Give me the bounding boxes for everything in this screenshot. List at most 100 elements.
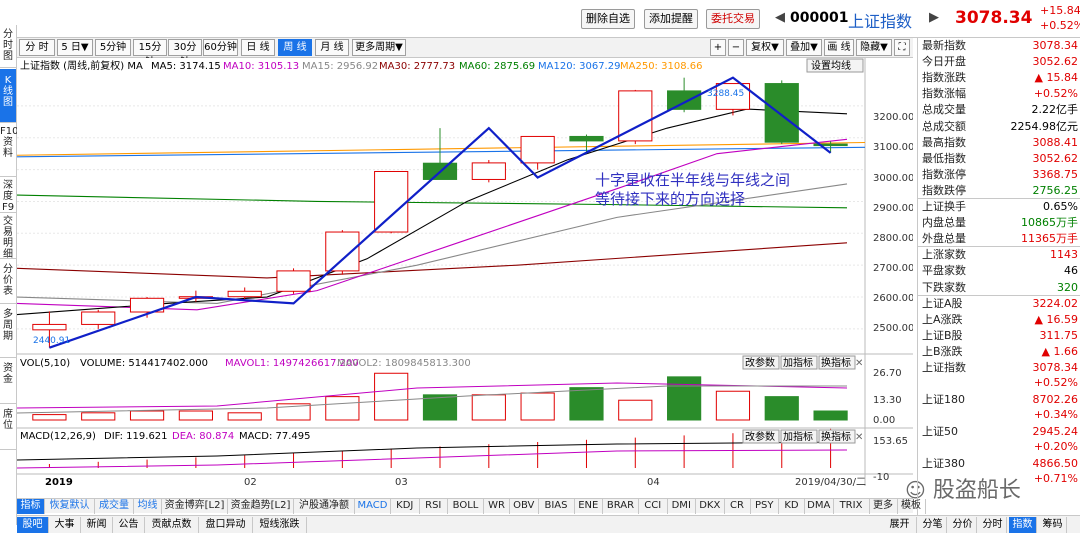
hide-button[interactable]: 隐藏▼: [856, 39, 892, 56]
indicator-tab[interactable]: WR: [484, 499, 510, 514]
period-60min[interactable]: 60分钟: [203, 39, 238, 56]
quote-label: 指数涨幅: [922, 87, 966, 101]
indicator-tab[interactable]: MACD: [355, 499, 391, 514]
period-30min[interactable]: 30分钟: [168, 39, 202, 68]
delete-watchlist-button[interactable]: 删除自选: [581, 9, 635, 29]
candle-body[interactable]: [227, 290, 262, 298]
indicator-tab[interactable]: CCI: [639, 499, 668, 514]
adjust-button[interactable]: 复权▼: [746, 39, 784, 56]
volume-bar: [520, 392, 555, 421]
quote-value: +0.52%: [1033, 87, 1078, 101]
indicator-tab[interactable]: RSI: [420, 499, 448, 514]
indicator-tab[interactable]: 均线: [134, 499, 162, 514]
indicator-tab[interactable]: BRAR: [603, 499, 639, 514]
volume-bar: [813, 410, 848, 421]
overlay-button[interactable]: 叠加▼: [786, 39, 822, 56]
period-monthly[interactable]: 月 线: [315, 39, 349, 56]
bottom-tab[interactable]: 股吧: [17, 517, 49, 533]
tab-price-table[interactable]: 分价表: [0, 260, 16, 304]
candle-body[interactable]: [471, 162, 506, 180]
indicator-tab[interactable]: 恢复默认: [45, 499, 95, 514]
tab-kline[interactable]: K线图: [0, 69, 16, 123]
kline-chart[interactable]: 上证指数 (周线,前复权) MA MA5: 3174.15 MA10: 3105…: [17, 58, 913, 486]
period-15min[interactable]: 15分钟: [133, 39, 167, 68]
candle-body[interactable]: [569, 135, 604, 142]
bottom-right-tab[interactable]: 分价: [949, 517, 977, 533]
quote-row: 指数跌停 2756.25: [922, 183, 1078, 199]
zoom-out-button[interactable]: −: [728, 39, 744, 56]
draw-button[interactable]: 画 线: [824, 39, 854, 56]
prev-arrow-icon[interactable]: ◀: [775, 10, 785, 25]
vol-close-icon[interactable]: ✕: [855, 358, 863, 369]
order-button[interactable]: 委托交易: [706, 9, 760, 29]
bottom-tab[interactable]: 新闻: [81, 517, 113, 533]
indicator-tab[interactable]: DMI: [668, 499, 696, 514]
index-row[interactable]: 上证380 4866.50 +0.71%: [922, 456, 1078, 486]
indicator-tab[interactable]: OBV: [510, 499, 539, 514]
period-5min[interactable]: 5分钟: [95, 39, 131, 56]
next-arrow-icon[interactable]: ▶: [929, 10, 939, 25]
period-daily[interactable]: 日 线: [241, 39, 275, 56]
candle-body[interactable]: [667, 90, 702, 110]
indicator-tab[interactable]: ENE: [575, 499, 603, 514]
period-weekly[interactable]: 周 线: [278, 39, 312, 56]
tab-intraday[interactable]: 分时图: [0, 25, 16, 68]
period-5day[interactable]: 5 日▼: [57, 39, 93, 56]
indicator-tab[interactable]: 成交量: [95, 499, 134, 514]
fullscreen-icon[interactable]: ⛶: [894, 39, 910, 56]
indicator-tab[interactable]: BIAS: [539, 499, 575, 514]
bottom-tab[interactable]: 短线涨跌: [253, 517, 307, 533]
bottom-right-tab[interactable]: 指数: [1009, 517, 1037, 533]
zoom-in-button[interactable]: +: [710, 39, 726, 56]
indicator-tab[interactable]: KDJ: [391, 499, 420, 514]
index-change: +0.52%: [1033, 376, 1078, 389]
bottom-right-tab[interactable]: 筹码: [1039, 517, 1067, 533]
macd-close-icon[interactable]: ✕: [855, 432, 863, 443]
index-row[interactable]: 上证50 2945.24 +0.20%: [922, 424, 1078, 454]
indicator-tab[interactable]: DMA: [805, 499, 834, 514]
indicator-tab[interactable]: 指标: [17, 499, 45, 514]
indicator-tab[interactable]: PSY: [751, 499, 779, 514]
bottom-tab[interactable]: 大事: [49, 517, 81, 533]
indicator-tab[interactable]: 资金博弈[L2]: [162, 499, 228, 514]
index-value: 3078.34: [1032, 361, 1079, 374]
bottom-right-tab[interactable]: 分笔: [919, 517, 947, 533]
add-alert-button[interactable]: 添加提醒: [644, 9, 698, 29]
quote-value: 0.65%: [1043, 200, 1078, 213]
index-row[interactable]: 上证指数 3078.34 +0.52%: [922, 360, 1078, 390]
candle-body[interactable]: [374, 170, 409, 233]
index-change: +0.71%: [1033, 472, 1078, 485]
bottom-right-tab[interactable]: 分时: [979, 517, 1007, 533]
indicator-tab[interactable]: CR: [725, 499, 751, 514]
candle-body[interactable]: [276, 270, 311, 292]
bottom-tab[interactable]: 盘口异动: [199, 517, 253, 533]
indicator-tab[interactable]: 更多: [870, 499, 898, 514]
bottom-tab[interactable]: 公告: [113, 517, 145, 533]
candle-body[interactable]: [520, 135, 555, 164]
indicator-tabs: 指标 恢复默认 成交量 均线 资金博弈[L2] 资金趋势[L2] 沪股通净额 MACD KDJ R…: [17, 498, 926, 514]
bottom-right-tab[interactable]: 展开: [883, 517, 917, 533]
candle-body[interactable]: [81, 311, 116, 325]
macd-switch-label: 换指标: [821, 430, 851, 443]
indicator-tab[interactable]: KD: [779, 499, 805, 514]
volume-bar: [715, 390, 751, 421]
bottom-tab[interactable]: 贡献点数: [145, 517, 199, 533]
period-more[interactable]: 更多周期▼: [352, 39, 406, 56]
indicator-tab[interactable]: 沪股通净额: [294, 499, 355, 514]
tab-f10[interactable]: F10资料: [0, 124, 18, 177]
indicator-tab[interactable]: TRIX: [834, 499, 870, 514]
tab-multi-period[interactable]: 多周期: [0, 305, 16, 358]
candle-body[interactable]: [764, 83, 799, 143]
indicator-tab[interactable]: 资金趋势[L2]: [228, 499, 294, 514]
indicator-tab[interactable]: DKX: [696, 499, 725, 514]
tab-depth[interactable]: 深度F9: [0, 178, 16, 213]
tab-funds[interactable]: 资金: [0, 359, 16, 404]
index-row[interactable]: 上证180 8702.26 +0.34%: [922, 392, 1078, 422]
period-intraday[interactable]: 分 时: [19, 39, 55, 56]
candle-body[interactable]: [32, 323, 67, 331]
indicator-tab[interactable]: BOLL: [448, 499, 484, 514]
candle-body[interactable]: [325, 231, 360, 272]
tab-seats[interactable]: 席位: [0, 405, 16, 450]
indicator-tab[interactable]: 模板: [898, 499, 926, 514]
tab-trade-detail[interactable]: 交易明细: [0, 214, 16, 260]
